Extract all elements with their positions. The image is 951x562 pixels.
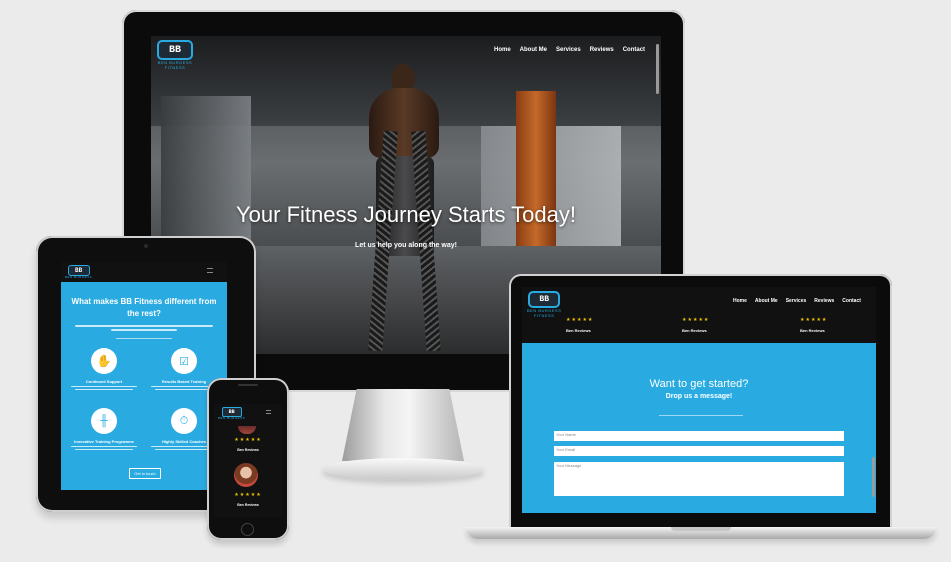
tablet-feature-text-1a — [71, 386, 137, 387]
laptop-nav-reviews[interactable]: Reviews — [814, 298, 834, 304]
hero-title: Your Fitness Journey Starts Today! — [236, 202, 576, 227]
contact-subheading: Drop us a message! — [665, 393, 733, 400]
phone-home-button[interactable] — [241, 523, 254, 536]
tablet-feature-title-3: Innovative Training Programme — [74, 439, 134, 444]
hero-orange-pillar — [516, 91, 556, 266]
tablet-feature-text-1b — [75, 389, 133, 390]
laptop-logo[interactable]: BB BEN BURGESS FITNESS — [527, 291, 561, 318]
laptop-header-bar — [522, 287, 876, 343]
tablet-intro-text-line-1 — [75, 325, 213, 327]
laptop-logo-mark: BB — [528, 291, 561, 308]
laptop-nav-contact[interactable]: Contact — [842, 298, 861, 304]
phone-review-stars-1: ★★★★★ — [234, 437, 262, 443]
laptop-nav-home[interactable]: Home — [733, 298, 747, 304]
tablet-divider — [116, 338, 172, 339]
desktop-scrollbar[interactable] — [656, 44, 659, 94]
tablet-feature-text-3b — [75, 449, 133, 450]
desktop-stand-neck — [342, 389, 464, 461]
dumbbell-icon: ╫ — [91, 408, 117, 434]
tablet-menu-icon[interactable] — [207, 268, 213, 273]
laptop-review-name-2: Ben Reviews — [682, 328, 707, 333]
phone-review-stars-2: ★★★★★ — [234, 492, 262, 498]
tablet-feature-title-1: Continued Support — [85, 379, 123, 384]
tablet-screen: BB BEN BURGESS What makes BB Fitness dif… — [61, 262, 227, 490]
desktop-logo-mark: BB — [157, 40, 193, 60]
tablet-feature-text-4b — [155, 449, 213, 450]
desktop-logo[interactable]: BB BEN BURGESS FITNESS — [157, 40, 193, 70]
phone-review-name-2: Ben Reviews — [237, 503, 259, 507]
laptop-review-name-1: Ben Reviews — [566, 328, 591, 333]
phone-speaker — [238, 384, 258, 386]
tablet-logo[interactable]: BB BEN BURGESS — [65, 265, 92, 279]
contact-name-field[interactable]: Your Name — [554, 431, 844, 441]
laptop-review-stars-3: ★★★★★ — [800, 317, 828, 323]
contact-email-field[interactable]: Your Email — [554, 446, 844, 456]
tablet-cta-button[interactable]: Get in touch — [129, 468, 161, 479]
laptop-review-name-3: Ben Reviews — [800, 328, 825, 333]
desktop-logo-subtext: FITNESS — [164, 65, 186, 70]
laptop-trackpad-notch — [671, 527, 731, 531]
laptop-nav-services[interactable]: Services — [786, 298, 807, 304]
phone-menu-icon[interactable] — [266, 410, 271, 414]
stopwatch-icon: ⏱ — [171, 408, 197, 434]
handshake-icon: ✋ — [91, 348, 117, 374]
hero-athlete-body — [369, 88, 439, 158]
nav-reviews[interactable]: Reviews — [590, 47, 614, 53]
tablet-about-heading: What makes BB Fitness different from the… — [71, 297, 217, 318]
phone-review-avatar — [234, 463, 258, 487]
tablet-feature-text-3a — [71, 446, 137, 447]
nav-about[interactable]: About Me — [520, 47, 547, 53]
laptop-scrollbar[interactable] — [872, 457, 875, 497]
phone-review-name-1: Ben Reviews — [237, 448, 259, 452]
checkbox-icon: ☑ — [171, 348, 197, 374]
tablet-logo-text: BEN BURGESS — [65, 275, 93, 279]
nav-home[interactable]: Home — [494, 47, 511, 53]
phone-review-avatar-top — [238, 426, 256, 434]
nav-contact[interactable]: Contact — [623, 47, 645, 53]
laptop-nav: Home About Me Services Reviews Contact — [733, 298, 861, 304]
laptop-review-stars-1: ★★★★★ — [566, 317, 594, 323]
contact-divider — [659, 415, 743, 416]
laptop-screen: BB BEN BURGESS FITNESS Home About Me Ser… — [522, 287, 876, 513]
phone-screen: BB BEN BURGESS ★★★★★ Ben Reviews ★★★★★ B… — [214, 404, 282, 517]
phone-logo[interactable]: BB BEN BURGESS — [218, 407, 245, 420]
laptop-review-stars-2: ★★★★★ — [682, 317, 710, 323]
contact-message-field[interactable]: Your Message — [554, 462, 844, 496]
desktop-nav: Home About Me Services Reviews Contact — [494, 47, 645, 53]
desktop-stand-base — [322, 458, 484, 480]
phone-logo-text: BEN BURGESS — [218, 416, 246, 420]
laptop-nav-about[interactable]: About Me — [755, 298, 778, 304]
tablet-feature-text-2b — [155, 389, 213, 390]
laptop-logo-subtext: FITNESS — [534, 313, 555, 318]
tablet-camera — [144, 244, 148, 248]
contact-heading: Want to get started? — [649, 378, 749, 390]
tablet-intro-text-line-2 — [111, 329, 177, 331]
nav-services[interactable]: Services — [556, 47, 581, 53]
